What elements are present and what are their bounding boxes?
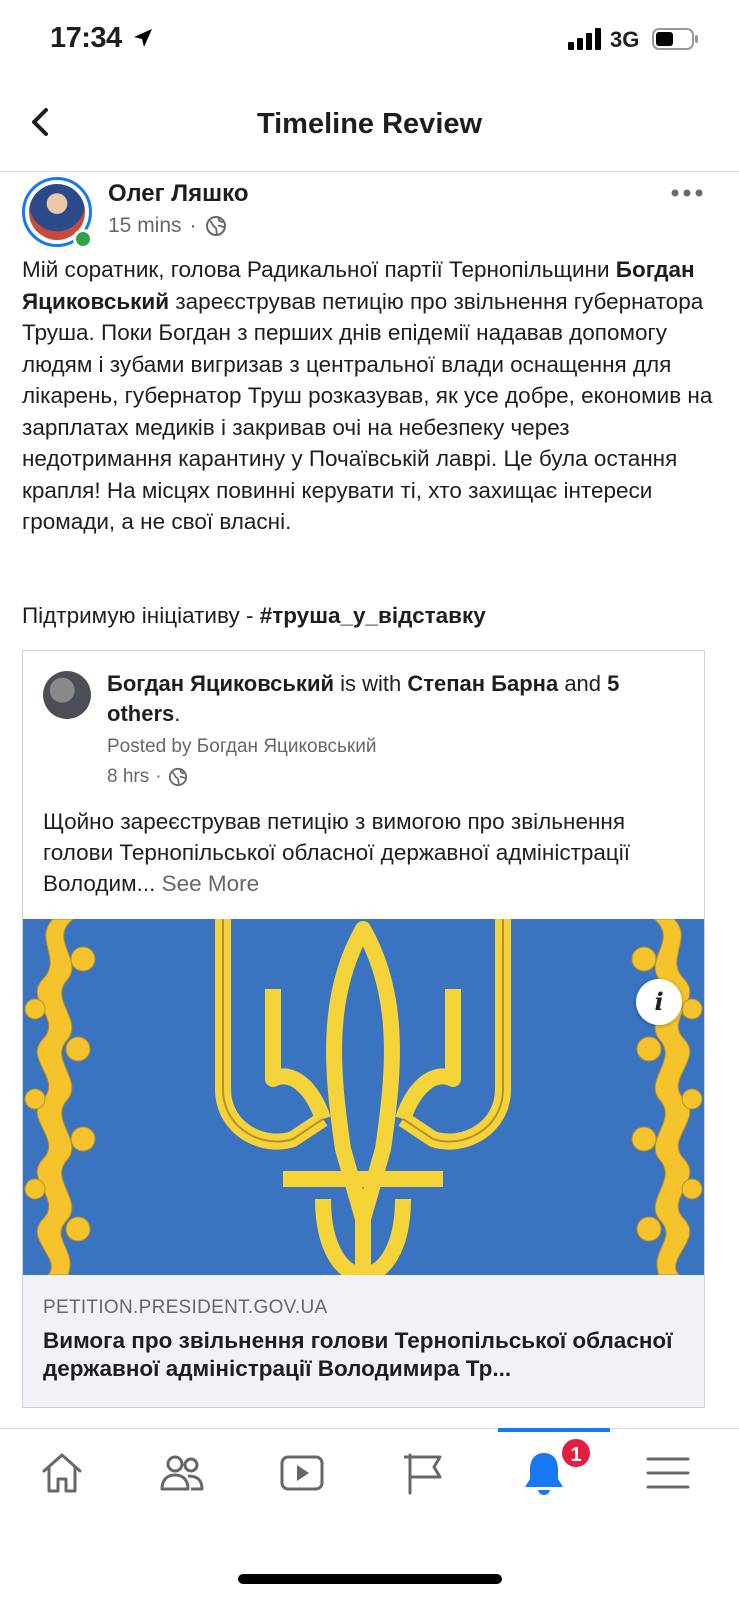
- post-text-part1: Мій соратник, голова Радикальної партії …: [22, 257, 616, 282]
- nav-header: Timeline Review: [0, 90, 739, 172]
- link-preview-image[interactable]: [23, 919, 704, 1275]
- link-preview-footer[interactable]: PETITION.PRESIDENT.GOV.UA Вимога про зві…: [23, 1275, 704, 1407]
- shared-author[interactable]: Богдан Яциковський: [107, 671, 334, 696]
- notification-badge: 1: [560, 1437, 592, 1469]
- post-body: Мій соратник, голова Радикальної партії …: [22, 254, 722, 538]
- shared-meta-separator: ·: [155, 766, 162, 787]
- link-title[interactable]: Вимога про звільнення голови Тернопільсь…: [43, 1327, 683, 1383]
- home-icon: [42, 1453, 82, 1493]
- post-time[interactable]: 15 mins: [108, 214, 182, 238]
- online-status-dot: [73, 229, 93, 249]
- support-line: Підтримую ініціативу - #труша_у_відставк…: [22, 600, 486, 632]
- shared-text-body: Щойно зареєстрував петицію з вимогою про…: [43, 809, 631, 896]
- tab-watch[interactable]: [278, 1449, 326, 1497]
- active-tab-indicator: [498, 1428, 610, 1432]
- shared-post-time[interactable]: 8 hrs: [107, 766, 149, 788]
- post-author[interactable]: Олег Ляшко: [108, 180, 249, 208]
- hashtag-link[interactable]: #труша_у_відставку: [260, 603, 486, 628]
- shared-author-avatar[interactable]: [43, 671, 91, 719]
- post-text-part2: зареєстрував петицію про звільнення губе…: [22, 288, 713, 535]
- more-options-icon[interactable]: [671, 188, 703, 198]
- bottom-tab-bar: 1: [0, 1428, 739, 1528]
- link-domain: PETITION.PRESIDENT.GOV.UA: [43, 1297, 328, 1318]
- page-title: Timeline Review: [256, 108, 483, 140]
- tab-home[interactable]: [38, 1449, 86, 1497]
- network-type: 3G: [610, 27, 640, 52]
- watch-icon: [280, 1455, 324, 1491]
- tagged-person[interactable]: Степан Барна: [407, 671, 558, 696]
- globe-public-icon: [205, 216, 226, 236]
- pages-flag-icon: [404, 1453, 442, 1495]
- menu-icon: [646, 1457, 690, 1489]
- shared-post-meta: 8 hrs ·: [107, 766, 188, 788]
- support-text: Підтримую ініціативу -: [22, 603, 260, 628]
- tab-pages[interactable]: [400, 1449, 448, 1497]
- and-text: and: [558, 671, 608, 696]
- tab-menu[interactable]: [644, 1449, 692, 1497]
- posted-by: Posted by Богдан Яциковський: [107, 736, 377, 757]
- shared-post-text: Щойно зареєстрував петицію з вимогою про…: [43, 806, 683, 899]
- shared-post-card[interactable]: Богдан Яциковський is with Степан Барна …: [22, 650, 705, 1408]
- cellular-signal-icon: [568, 28, 601, 50]
- status-time: 17:34: [50, 22, 122, 54]
- info-button[interactable]: i: [636, 979, 682, 1025]
- status-bar: 17:34 3G: [0, 0, 739, 80]
- trident-coat-of-arms-image: [23, 919, 704, 1275]
- battery-icon: [652, 28, 698, 50]
- globe-public-icon: [168, 767, 187, 787]
- meta-separator: ·: [189, 214, 197, 237]
- friends-icon: [160, 1455, 204, 1491]
- see-more-link[interactable]: See More: [162, 871, 260, 896]
- tab-friends[interactable]: [158, 1449, 206, 1497]
- location-arrow-icon: [134, 29, 152, 47]
- home-indicator: [238, 1574, 502, 1584]
- is-with-text: is with: [334, 671, 408, 696]
- period-text: .: [174, 701, 181, 726]
- post-meta: 15 mins ·: [108, 214, 227, 238]
- shared-post-title: Богдан Яциковський is with Степан Барна …: [107, 669, 687, 729]
